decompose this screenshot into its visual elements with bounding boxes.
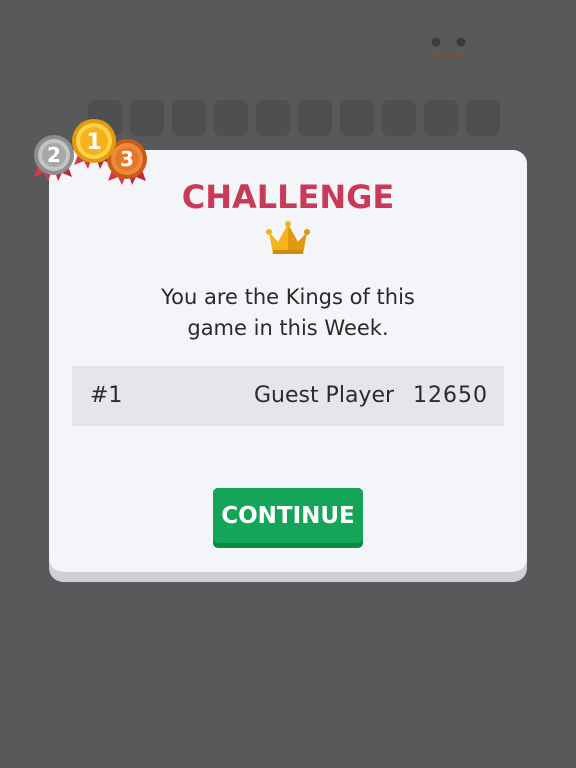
board-cell (298, 100, 332, 136)
message-line-1: You are the Kings of this (161, 285, 415, 309)
gold-medal-number: 1 (86, 130, 101, 155)
message-line-2: game in this Week. (187, 316, 389, 340)
rank-number: #1 (90, 383, 123, 408)
player-score: 12650 (413, 383, 488, 408)
continue-button-label[interactable]: CONTINUE (213, 488, 363, 543)
board-cell (382, 100, 416, 136)
silver-medal-number: 2 (47, 143, 61, 167)
board-cell (466, 100, 500, 136)
dialog-title: CHALLENGE (181, 178, 395, 216)
board-cell (256, 100, 290, 136)
board-cell (340, 100, 374, 136)
ranking-row: #1 Guest Player 12650 (72, 366, 504, 426)
bronze-medal-number: 3 (120, 147, 134, 171)
dialog-message: You are the Kings of this game in this W… (120, 282, 456, 344)
continue-button[interactable]: CONTINUE (213, 488, 363, 548)
gold-medal: 1 (72, 119, 116, 163)
game-screen: 2 3 1 CHALLENGE You are the Kings of thi… (0, 0, 576, 768)
crown-icon (266, 221, 310, 254)
board-cell (424, 100, 458, 136)
face-icon (431, 37, 466, 58)
silver-medal: 2 (34, 135, 74, 175)
board-cell (214, 100, 248, 136)
board-cell (172, 100, 206, 136)
